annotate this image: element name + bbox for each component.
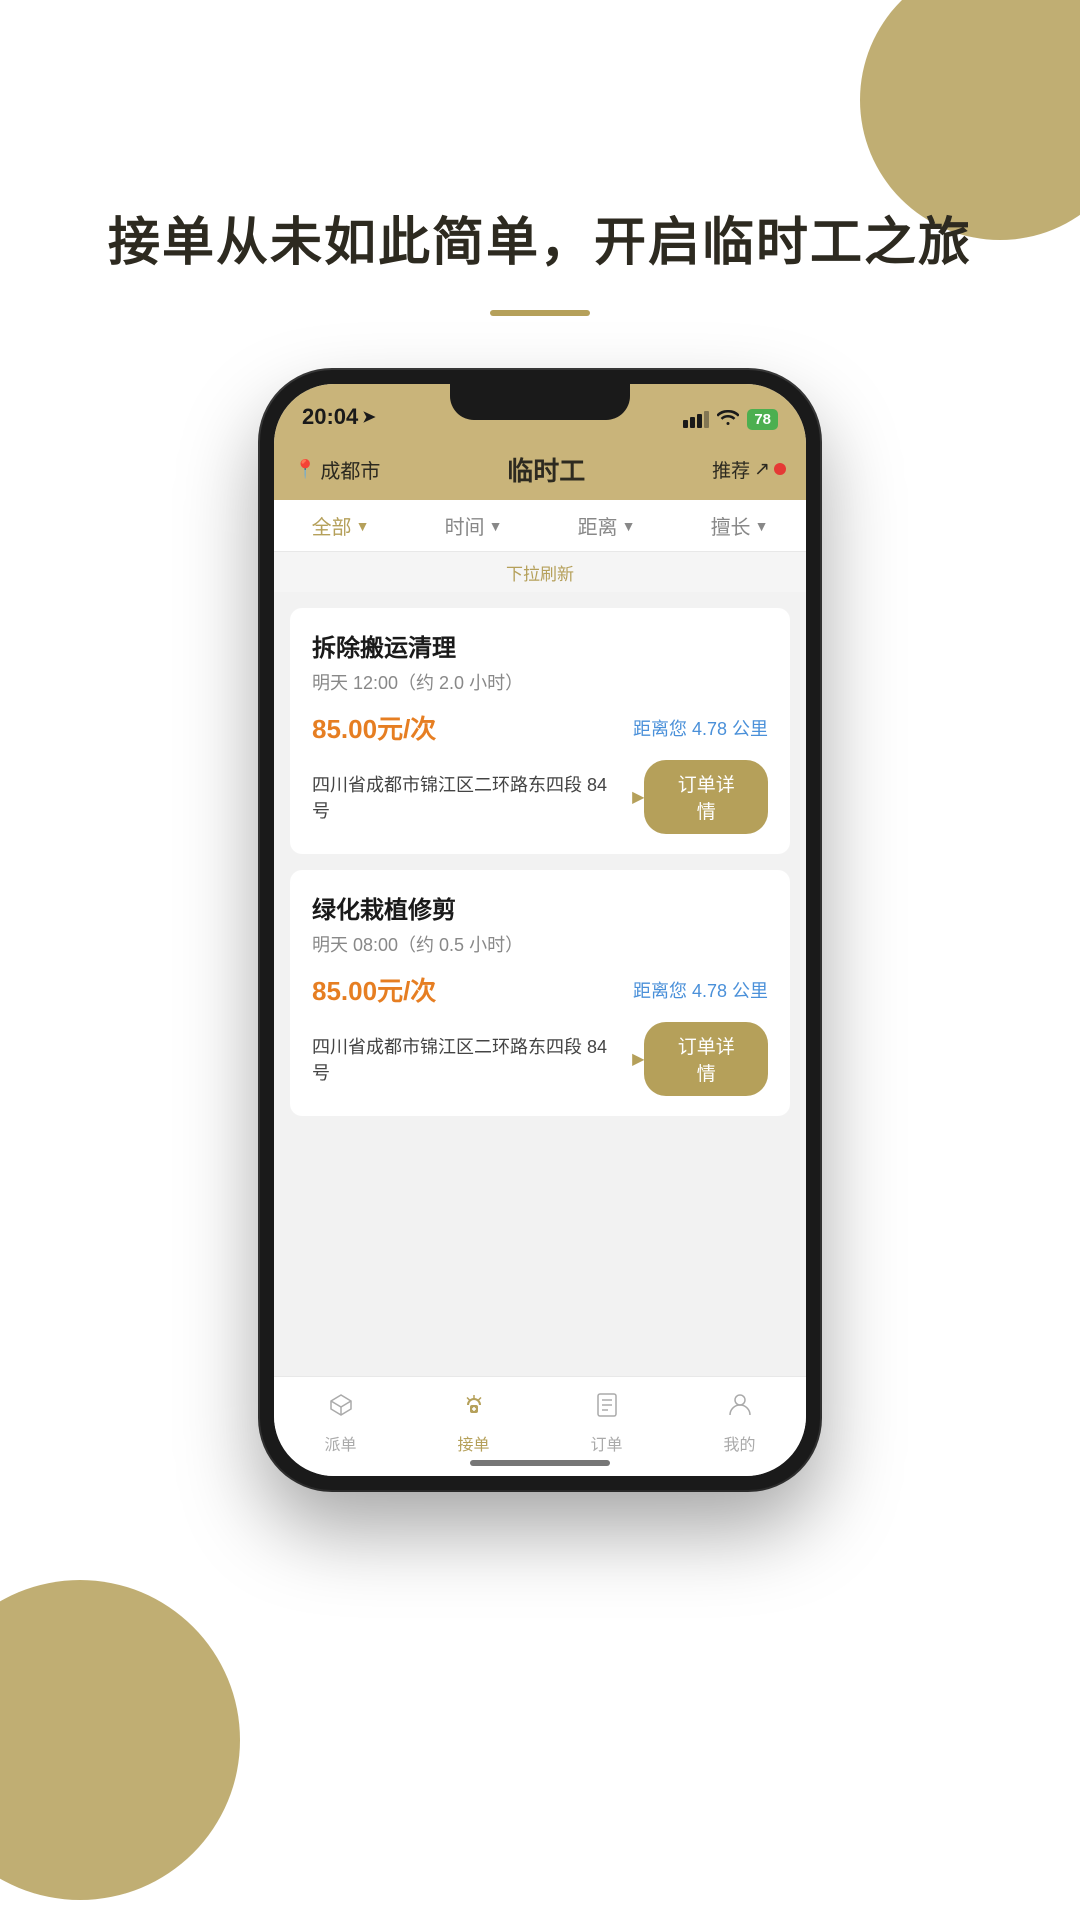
location-arrow-icon: ➤ bbox=[362, 407, 375, 427]
app-header: 📍 成都市 临时工 推荐 ↗ bbox=[274, 438, 806, 500]
job-address-1: 四川省成都市锦江区二环路东四段 84 号 ▶ bbox=[312, 1033, 644, 1085]
nav-item-profile[interactable]: 我的 bbox=[673, 1391, 806, 1455]
job-distance-1: 距离您 4.78 公里 bbox=[633, 977, 768, 1003]
pull-refresh-hint: 下拉刷新 bbox=[274, 552, 806, 592]
filter-time-label: 时间 bbox=[445, 511, 485, 540]
location-pin-icon: 📍 bbox=[294, 459, 316, 480]
detail-button-1[interactable]: 订单详情 bbox=[644, 1022, 768, 1096]
nav-item-accept[interactable]: 接单 bbox=[407, 1391, 540, 1455]
filter-distance[interactable]: 距离 ▼ bbox=[540, 511, 673, 540]
home-indicator bbox=[470, 1460, 610, 1466]
navigate-icon-0: ▶ bbox=[632, 787, 644, 807]
deco-circle-bottom-left bbox=[0, 1580, 240, 1900]
job-address-row-1: 四川省成都市锦江区二环路东四段 84 号 ▶ 订单详情 bbox=[312, 1022, 768, 1096]
status-time: 20:04 ➤ bbox=[302, 404, 376, 430]
filter-all-label: 全部 bbox=[312, 511, 352, 540]
orders-icon bbox=[593, 1391, 621, 1426]
filter-all-chevron: ▼ bbox=[356, 518, 370, 534]
job-time-0: 明天 12:00（约 2.0 小时） bbox=[312, 669, 768, 695]
nav-label-dispatch: 派单 bbox=[324, 1431, 356, 1455]
job-card-0: 拆除搬运清理 明天 12:00（约 2.0 小时） 85.00元/次 距离您 4… bbox=[290, 608, 790, 854]
job-address-text-0: 四川省成都市锦江区二环路东四段 84 号 bbox=[312, 771, 628, 823]
page-headline: 接单从未如此简单，开启临时工之旅 bbox=[0, 200, 1080, 275]
filter-distance-chevron: ▼ bbox=[622, 518, 636, 534]
phone-outer: 20:04 ➤ bbox=[260, 370, 820, 1490]
filter-skill-label: 擅长 bbox=[711, 511, 751, 540]
nav-label-accept: 接单 bbox=[457, 1431, 489, 1455]
dispatch-icon bbox=[327, 1391, 355, 1426]
notification-dot bbox=[774, 463, 786, 475]
filter-time[interactable]: 时间 ▼ bbox=[407, 511, 540, 540]
filter-distance-label: 距离 bbox=[578, 511, 618, 540]
battery-indicator: 78 bbox=[747, 409, 778, 430]
time-text: 20:04 bbox=[302, 404, 358, 430]
recommend-label: 推荐 bbox=[712, 456, 750, 483]
job-time-1: 明天 08:00（约 0.5 小时） bbox=[312, 931, 768, 957]
detail-button-0[interactable]: 订单详情 bbox=[644, 760, 768, 834]
location-text: 成都市 bbox=[320, 455, 380, 484]
job-price-1: 85.00元/次 bbox=[312, 971, 436, 1008]
filter-bar: 全部 ▼ 时间 ▼ 距离 ▼ 擅长 ▼ bbox=[274, 500, 806, 552]
filter-skill[interactable]: 擅长 ▼ bbox=[673, 511, 806, 540]
status-right: 78 bbox=[683, 409, 778, 430]
profile-icon bbox=[726, 1391, 754, 1426]
accept-icon bbox=[460, 1391, 488, 1426]
nav-item-dispatch[interactable]: 派单 bbox=[274, 1391, 407, 1455]
job-title-1: 绿化栽植修剪 bbox=[312, 890, 768, 925]
filter-time-chevron: ▼ bbox=[489, 518, 503, 534]
recommend-button[interactable]: 推荐 ↗ bbox=[712, 456, 786, 483]
job-price-row-0: 85.00元/次 距离您 4.78 公里 bbox=[312, 709, 768, 746]
share-icon: ↗ bbox=[754, 458, 770, 481]
job-price-0: 85.00元/次 bbox=[312, 709, 436, 746]
wifi-icon bbox=[717, 409, 739, 430]
phone-notch bbox=[450, 384, 630, 420]
header-location[interactable]: 📍 成都市 bbox=[294, 455, 380, 484]
job-address-0: 四川省成都市锦江区二环路东四段 84 号 ▶ bbox=[312, 771, 644, 823]
pull-refresh-text: 下拉刷新 bbox=[506, 560, 574, 585]
job-address-row-0: 四川省成都市锦江区二环路东四段 84 号 ▶ 订单详情 bbox=[312, 760, 768, 834]
phone-mockup: 20:04 ➤ bbox=[260, 370, 820, 1490]
job-address-text-1: 四川省成都市锦江区二环路东四段 84 号 bbox=[312, 1033, 628, 1085]
content-area: 拆除搬运清理 明天 12:00（约 2.0 小时） 85.00元/次 距离您 4… bbox=[274, 592, 806, 1376]
job-distance-0: 距离您 4.78 公里 bbox=[633, 715, 768, 741]
nav-item-orders[interactable]: 订单 bbox=[540, 1391, 673, 1455]
filter-all[interactable]: 全部 ▼ bbox=[274, 511, 407, 540]
phone-inner: 20:04 ➤ bbox=[274, 384, 806, 1476]
navigate-icon-1: ▶ bbox=[632, 1049, 644, 1069]
signal-icon bbox=[683, 411, 709, 428]
filter-skill-chevron: ▼ bbox=[755, 518, 769, 534]
page-subline-decoration bbox=[490, 310, 590, 316]
nav-label-profile: 我的 bbox=[723, 1431, 755, 1455]
app-title: 临时工 bbox=[380, 451, 712, 488]
nav-label-orders: 订单 bbox=[590, 1431, 622, 1455]
job-title-0: 拆除搬运清理 bbox=[312, 628, 768, 663]
job-price-row-1: 85.00元/次 距离您 4.78 公里 bbox=[312, 971, 768, 1008]
job-card-1: 绿化栽植修剪 明天 08:00（约 0.5 小时） 85.00元/次 距离您 4… bbox=[290, 870, 790, 1116]
